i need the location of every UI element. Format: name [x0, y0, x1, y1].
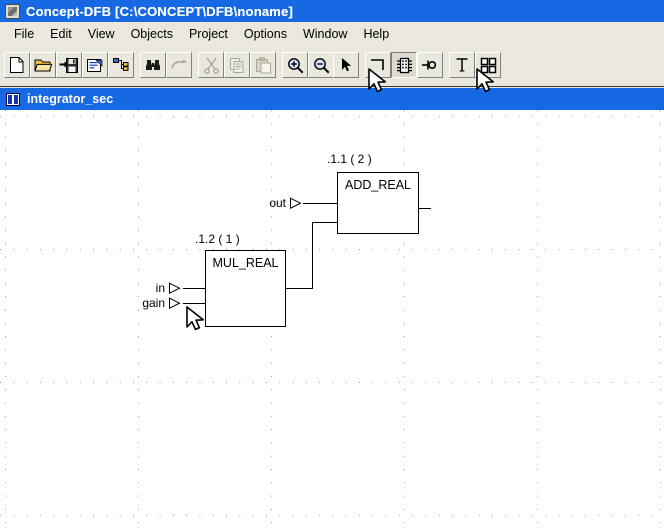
wire-out-to-add-in1: [303, 203, 337, 204]
section-tool-button[interactable]: [475, 52, 501, 78]
magnifier-plus-icon: [287, 57, 303, 73]
wire-in-to-mul: [183, 288, 205, 289]
arrow-pointer-icon: [341, 58, 351, 72]
toolbar-group-objects: [333, 50, 501, 80]
text-tool-button[interactable]: [449, 52, 475, 78]
document-title-bar: integrator_sec: [0, 88, 664, 110]
open-folder-icon: [33, 59, 52, 71]
tree-structure-icon: [113, 57, 129, 71]
block-tag-mul-real: .1.2 ( 1 ): [195, 232, 240, 246]
pin-label-in: in: [155, 281, 165, 295]
menu-item-view[interactable]: View: [80, 25, 123, 43]
save-disk-icon: [59, 57, 78, 73]
select-tool-button[interactable]: [333, 52, 359, 78]
window-title: Concept-DFB [C:\CONCEPT\DFB\noname]: [26, 3, 293, 19]
undo-button[interactable]: [166, 52, 192, 78]
block-tag-add-real: .1.1 ( 2 ): [327, 152, 372, 166]
pin-label-gain: gain: [142, 296, 165, 310]
menu-item-options[interactable]: Options: [236, 25, 295, 43]
wire-add-output: [419, 208, 431, 209]
mdi-document-icon: [6, 92, 20, 106]
pin-connector-in-icon: [169, 282, 181, 295]
wire-mul-output-horizontal: [286, 288, 313, 289]
pin-label-out: out: [269, 196, 286, 210]
application-icon: [5, 3, 20, 19]
paste-button[interactable]: [250, 52, 276, 78]
project-browser-button[interactable]: [108, 52, 134, 78]
menu-item-help[interactable]: Help: [355, 25, 397, 43]
find-button[interactable]: [140, 52, 166, 78]
menu-item-objects[interactable]: Objects: [123, 25, 181, 43]
copy-icon: [229, 57, 243, 73]
properties-button[interactable]: [82, 52, 108, 78]
copy-button[interactable]: [224, 52, 250, 78]
new-document-icon: [10, 57, 24, 73]
properties-icon: [87, 58, 103, 72]
application-window: Concept-DFB [C:\CONCEPT\DFB\noname] File…: [0, 0, 664, 532]
link-wire-icon: [371, 59, 384, 70]
undo-arrow-icon: [171, 59, 187, 69]
new-document-button[interactable]: [4, 52, 30, 78]
zoom-in-button[interactable]: [282, 52, 308, 78]
binoculars-icon: [146, 60, 160, 70]
wire-mul-to-add-in2-horizontal: [312, 222, 337, 223]
block-add-real[interactable]: ADD_REAL: [337, 172, 419, 234]
paste-icon: [255, 56, 271, 73]
pin-connector-gain-icon: [169, 297, 181, 310]
menu-item-file[interactable]: File: [6, 25, 42, 43]
four-squares-icon: [480, 57, 496, 73]
wire-mul-output-vertical: [312, 222, 313, 289]
function-block-diagram: .1.1 ( 2 ) ADD_REAL out .1.2 ( 1 ) MUL_R…: [0, 110, 664, 532]
title-bar: Concept-DFB [C:\CONCEPT\DFB\noname]: [0, 0, 664, 22]
toolbar-group-standard: [4, 50, 334, 80]
connection-point-tool-button[interactable]: [417, 52, 443, 78]
ffb-block-icon: [396, 57, 412, 73]
wire-gain-to-mul: [183, 303, 205, 304]
block-mul-real[interactable]: MUL_REAL: [205, 250, 286, 327]
menu-item-window[interactable]: Window: [295, 25, 355, 43]
zoom-out-button[interactable]: [308, 52, 334, 78]
menu-item-edit[interactable]: Edit: [42, 25, 80, 43]
link-tool-button[interactable]: [365, 52, 391, 78]
cut-button[interactable]: [198, 52, 224, 78]
pin-connector-out-icon: [290, 197, 302, 210]
scissors-icon: [203, 57, 219, 74]
document-title: integrator_sec: [27, 92, 114, 106]
magnifier-minus-icon: [313, 57, 329, 73]
save-document-button[interactable]: [56, 52, 82, 78]
ffb-tool-button[interactable]: [391, 52, 417, 78]
menu-bar: File Edit View Objects Project Options W…: [0, 22, 664, 45]
open-document-button[interactable]: [30, 52, 56, 78]
connection-point-icon: [422, 60, 437, 70]
toolbar: [0, 45, 664, 87]
menu-item-project[interactable]: Project: [181, 25, 236, 43]
text-t-icon: [456, 58, 468, 72]
block-title-add-real: ADD_REAL: [345, 178, 411, 192]
block-title-mul-real: MUL_REAL: [212, 256, 279, 270]
diagram-canvas[interactable]: .1.1 ( 2 ) ADD_REAL out .1.2 ( 1 ) MUL_R…: [0, 110, 664, 532]
